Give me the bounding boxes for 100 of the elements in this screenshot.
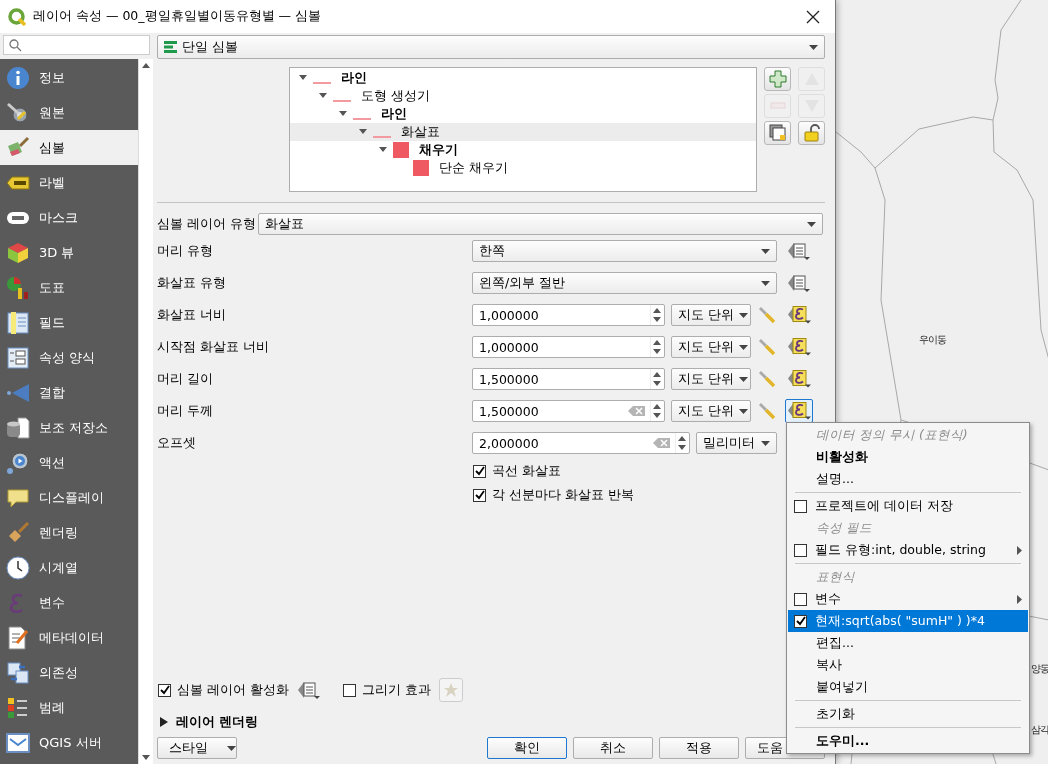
unit-dropdown[interactable]: 밀리미터	[696, 432, 777, 454]
renderer-dropdown[interactable]: 단일 심볼	[157, 35, 825, 59]
unit-dropdown[interactable]: 지도 단위	[671, 304, 751, 326]
checkbox[interactable]	[473, 488, 486, 502]
menu-item[interactable]: 초기화	[788, 703, 1028, 725]
number-field[interactable]: 1,000000	[472, 304, 665, 326]
style-button[interactable]: 스타일	[157, 737, 237, 759]
dropdown[interactable]: 왼쪽/외부 절반	[472, 272, 777, 294]
line-symbol-icon	[313, 82, 331, 84]
form-layout-icon	[6, 345, 30, 370]
sidebar-item[interactable]: 렌더링	[0, 515, 138, 550]
star-icon	[443, 683, 458, 697]
menu-item[interactable]: 변수	[788, 588, 1028, 610]
spinner-arrows-icon[interactable]	[650, 337, 664, 357]
sidebar-item[interactable]: 결합	[0, 375, 138, 410]
checkbox[interactable]	[158, 683, 171, 697]
menu-item[interactable]: 설명...	[788, 468, 1028, 490]
dropdown[interactable]: 한쪽	[472, 240, 777, 262]
layer-type-dropdown[interactable]: 화살표	[257, 213, 823, 235]
close-icon	[806, 9, 820, 24]
plus-icon	[768, 70, 787, 88]
sidebar-item[interactable]: 의존성	[0, 655, 138, 690]
dialog-button[interactable]: 취소	[573, 737, 653, 759]
expand-arrow-icon[interactable]	[160, 717, 168, 727]
tool-button[interactable]	[764, 121, 791, 145]
checkbox[interactable]	[794, 543, 807, 557]
caret-icon	[807, 221, 816, 227]
map-label: 삼각	[1031, 723, 1048, 737]
sidebar-item[interactable]: 시계열	[0, 550, 138, 585]
dialog-button[interactable]: 적용	[659, 737, 739, 759]
sidebar-item[interactable]: QGIS 서버	[0, 725, 138, 760]
menu-item[interactable]: 필드 유형:int, double, string	[788, 539, 1028, 561]
sidebar-item[interactable]: 심볼	[0, 130, 138, 165]
sidebar-item[interactable]: 필드	[0, 305, 138, 340]
tree-item[interactable]: 라인	[290, 69, 756, 87]
spinner-arrows-icon[interactable]	[650, 369, 664, 389]
sidebar-item[interactable]: 3D 뷰	[0, 235, 138, 270]
sidebar-item[interactable]: 도표	[0, 270, 138, 305]
number-field[interactable]: 1,500000	[472, 368, 665, 390]
field-value: 1,500000	[478, 371, 540, 387]
sidebar-item[interactable]: 디스플레이	[0, 480, 138, 515]
spinner-arrows-icon[interactable]	[650, 401, 664, 421]
unit-dropdown[interactable]: 지도 단위	[671, 400, 751, 422]
menu-item[interactable]: 비활성화	[788, 446, 1028, 468]
tree-item[interactable]: 단순 채우기	[290, 159, 756, 177]
checkbox[interactable]	[794, 592, 807, 606]
number-field[interactable]: 2,000000	[472, 432, 690, 454]
window-title: 레이어 속성 — 00_평일휴일별이동유형별 — 심볼	[33, 8, 322, 25]
scroll-down-icon	[142, 755, 150, 760]
search-field[interactable]	[3, 35, 150, 55]
dialog-button[interactable]: 확인	[487, 737, 567, 759]
menu-item[interactable]: 붙여넣기	[788, 676, 1028, 698]
field-label: 오프셋	[157, 434, 197, 452]
sidebar-item[interactable]: 변수	[0, 585, 138, 620]
tree-item[interactable]: 도형 생성기	[290, 87, 756, 105]
sidebar-item[interactable]: 속성 양식	[0, 340, 138, 375]
menu-item[interactable]: 프로젝트에 데이터 저장	[788, 495, 1028, 517]
sidebar-item[interactable]: 범례	[0, 690, 138, 725]
search-icon	[9, 38, 22, 52]
spinner-arrows-icon[interactable]	[675, 433, 689, 453]
scrollbar[interactable]	[138, 59, 153, 764]
scroll-up-icon	[142, 63, 150, 68]
tree-item[interactable]: 채우기	[290, 141, 756, 159]
caret-icon	[739, 344, 748, 350]
fill-symbol-icon	[393, 142, 409, 158]
checkbox[interactable]	[794, 499, 807, 513]
number-field[interactable]: 1,000000	[472, 336, 665, 358]
sidebar-item[interactable]: 액션	[0, 445, 138, 480]
sidebar-item[interactable]: 보조 저장소	[0, 410, 138, 445]
tree-item[interactable]: 화살표	[290, 123, 756, 141]
menu-item[interactable]: 복사	[788, 654, 1028, 676]
sidebar-item[interactable]: 라벨	[0, 165, 138, 200]
caret-icon	[809, 44, 818, 50]
table-form-icon	[6, 310, 30, 335]
number-field[interactable]: 1,500000	[472, 400, 665, 422]
sidebar-item[interactable]: 마스크	[0, 200, 138, 235]
tool-button[interactable]	[798, 121, 825, 145]
field-value: 1,000000	[478, 307, 540, 323]
tree-item[interactable]: 라인	[290, 105, 756, 123]
checkbox[interactable]	[342, 683, 356, 697]
field-label: 화살표 유형	[157, 274, 227, 292]
field-value: 2,000000	[478, 435, 540, 451]
map-label: 우이동	[919, 333, 946, 347]
expression-icon	[787, 306, 811, 324]
checkbox-label: 곡선 화살표	[492, 462, 561, 480]
section-title: 레이어 렌더링	[176, 713, 259, 731]
single-symbol-icon	[164, 41, 177, 53]
unit-dropdown[interactable]: 지도 단위	[671, 368, 751, 390]
duplicate-icon	[768, 124, 787, 142]
spinner-arrows-icon[interactable]	[650, 305, 664, 325]
sidebar-item[interactable]: 정보	[0, 60, 138, 95]
sidebar-item[interactable]: 메타데이터	[0, 620, 138, 655]
menu-item[interactable]: 편집...	[788, 632, 1028, 654]
map-label: 양동	[1031, 662, 1048, 676]
data-defined-button[interactable]	[785, 399, 813, 423]
unit-dropdown[interactable]: 지도 단위	[671, 336, 751, 358]
sidebar-item[interactable]: 원본	[0, 95, 138, 130]
checkbox[interactable]	[473, 464, 486, 478]
checkbox[interactable]	[794, 614, 807, 628]
menu-item[interactable]: 현재:sqrt(abs( "sumH" ) )*4	[788, 610, 1028, 632]
